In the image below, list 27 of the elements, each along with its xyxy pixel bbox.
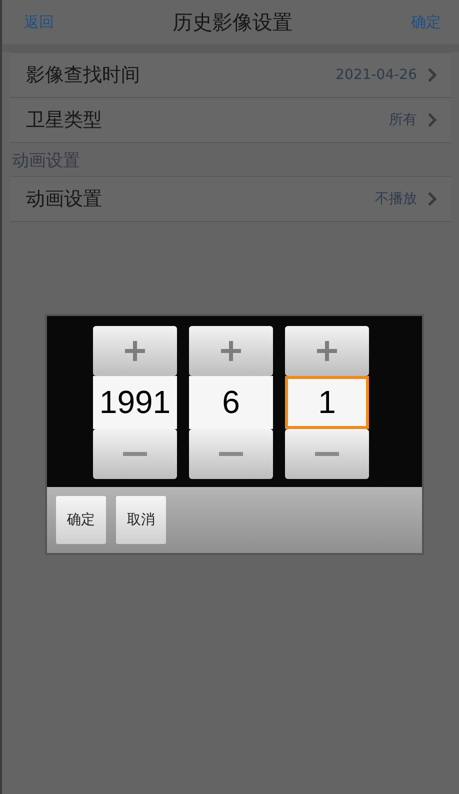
row-value: 2021-04-26 <box>336 67 417 83</box>
row-label: 影像查找时间 <box>26 63 141 88</box>
decrement-button[interactable] <box>93 429 177 479</box>
chevron-right-icon <box>427 112 437 128</box>
dialog-button[interactable]: 取消 <box>116 496 166 544</box>
increment-button[interactable] <box>189 326 273 376</box>
row-value: 不播放 <box>375 190 417 208</box>
chevron-right-icon <box>427 191 437 207</box>
decrement-button[interactable] <box>189 429 273 479</box>
increment-button[interactable] <box>93 326 177 376</box>
dialog-button[interactable]: 确定 <box>56 496 106 544</box>
minus-icon <box>315 452 339 456</box>
number-field[interactable]: 6 <box>189 376 273 429</box>
plus-icon <box>220 340 242 362</box>
increment-button[interactable] <box>285 326 369 376</box>
row-label: 动画设置 <box>26 187 103 212</box>
decrement-button[interactable] <box>285 429 369 479</box>
page-title: 历史影像设置 <box>172 8 292 36</box>
number-field[interactable]: 1991 <box>93 376 177 429</box>
plus-icon <box>124 340 146 362</box>
minus-icon <box>123 452 147 456</box>
chevron-right-icon <box>427 67 437 83</box>
row-value: 所有 <box>389 111 417 129</box>
plus-icon <box>316 340 338 362</box>
row-label: 卫星类型 <box>26 108 103 133</box>
minus-icon <box>219 452 243 456</box>
number-field[interactable]: 1 <box>285 376 369 429</box>
